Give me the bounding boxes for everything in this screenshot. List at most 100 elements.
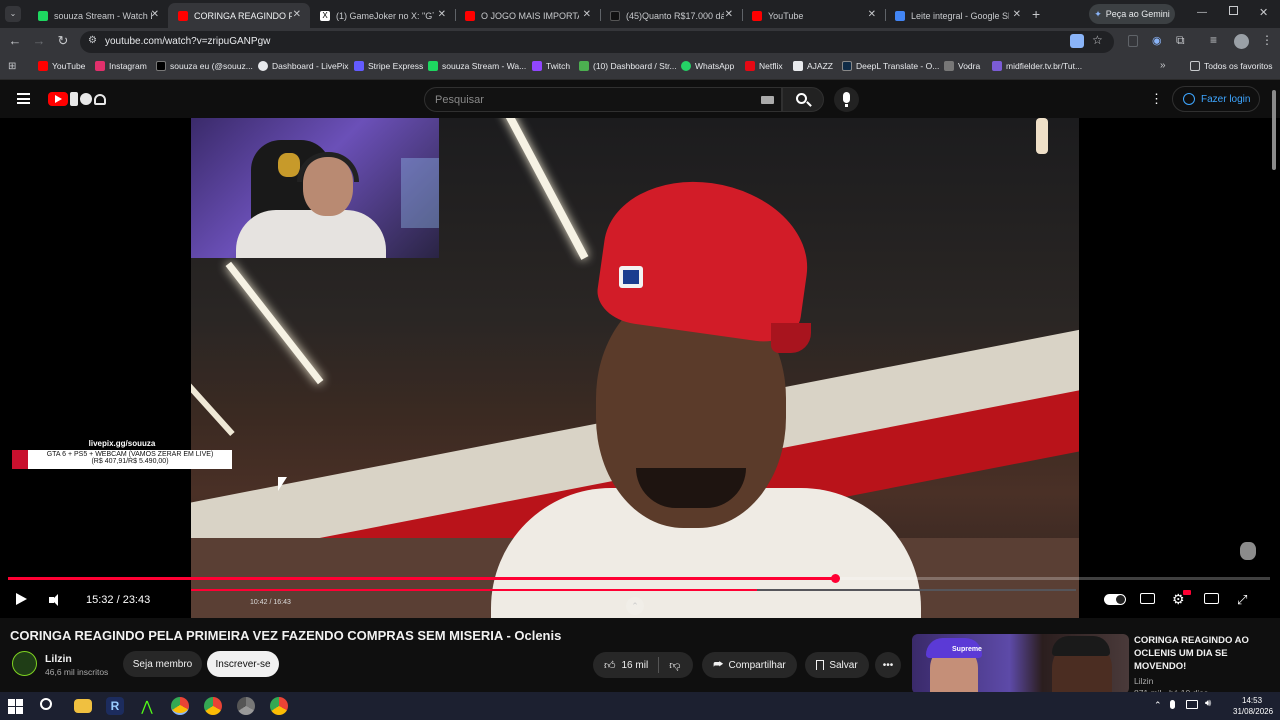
- bookmark-whatsapp[interactable]: WhatsApp: [681, 61, 734, 71]
- site-info-icon[interactable]: ⚙: [88, 35, 97, 46]
- search-input[interactable]: Pesquisar: [424, 87, 782, 112]
- microphone-tray-icon[interactable]: [1170, 700, 1175, 709]
- back-button[interactable]: ←: [6, 33, 24, 48]
- bookmark-instagram[interactable]: Instagram: [95, 61, 147, 71]
- media-icon[interactable]: ◉: [1152, 34, 1162, 47]
- media-controls-icon[interactable]: ≡: [1210, 33, 1217, 47]
- bookmark-ajazz[interactable]: AJAZZ: [793, 61, 833, 71]
- tab-souuza-stream[interactable]: souuza Stream - Watch Live ✕: [28, 3, 168, 28]
- bookmark-deepl[interactable]: DeepL Translate - O...: [842, 61, 939, 71]
- bookmark-souuza-x[interactable]: souuza eu (@souuz...: [156, 61, 253, 71]
- close-icon[interactable]: ✕: [868, 9, 876, 20]
- bookmark-netflix[interactable]: Netflix: [745, 61, 783, 71]
- restore-button[interactable]: [1229, 6, 1238, 15]
- tab-google-shopping[interactable]: Leite integral - Google Shopping ✕: [885, 3, 1030, 28]
- close-icon[interactable]: ✕: [1013, 9, 1021, 20]
- close-icon[interactable]: ✕: [293, 9, 301, 20]
- rockstar-launcher-icon[interactable]: R: [106, 697, 124, 715]
- expand-chevron-icon[interactable]: ⌃: [626, 597, 644, 615]
- like-thumb-icon[interactable]: 👍︎: [604, 659, 616, 672]
- bookmark-youtube[interactable]: YouTube: [38, 61, 85, 71]
- fullscreen-icon[interactable]: ⤢: [1237, 592, 1247, 608]
- address-bar[interactable]: ⚙ youtube.com/watch?v=zripuGANPgw ☆: [80, 31, 1114, 53]
- bookmark-stripe[interactable]: Stripe Express: [354, 61, 423, 71]
- recommended-title[interactable]: CORINGA REAGINDO AO OCLENIS UM DIA SE MO…: [1134, 634, 1254, 673]
- keyboard-icon[interactable]: [761, 96, 774, 104]
- video-player[interactable]: livepix.gg/souuza GTA 6 + PS5 + WEBCAM (…: [0, 118, 1280, 618]
- more-actions-button[interactable]: •••: [875, 652, 901, 678]
- minimize-button[interactable]: —: [1197, 7, 1207, 18]
- start-windows-icon[interactable]: [8, 699, 23, 714]
- volume-icon[interactable]: [49, 594, 62, 606]
- autoplay-toggle[interactable]: [1104, 594, 1126, 605]
- more-bookmarks-icon[interactable]: »: [1160, 60, 1166, 71]
- close-window-button[interactable]: ✕: [1259, 6, 1268, 19]
- menu-hamburger-icon[interactable]: [17, 93, 30, 104]
- all-bookmarks-folder[interactable]: Todos os favoritos: [1190, 61, 1273, 71]
- translate-icon[interactable]: [1070, 34, 1084, 48]
- close-icon[interactable]: ✕: [151, 9, 159, 20]
- apps-grid-icon[interactable]: ⊞: [8, 61, 16, 72]
- dashboard-icon: [579, 61, 589, 71]
- bookmark-twitch[interactable]: Twitch: [532, 61, 570, 71]
- chrome-menu-icon[interactable]: ⋮: [1261, 33, 1273, 47]
- miniplayer-icon[interactable]: [1204, 593, 1219, 604]
- tab-gamejoker-x[interactable]: X (1) GameJoker no X: "GTA 6" ✕: [310, 3, 455, 28]
- forward-button[interactable]: →: [30, 33, 48, 48]
- streamer-body: [236, 210, 386, 258]
- tab-search-icon[interactable]: ⌄: [5, 6, 21, 22]
- close-icon[interactable]: ✕: [725, 9, 733, 20]
- bookmark-midfielder[interactable]: midfielder.tv.br/Tut...: [992, 61, 1082, 71]
- chrome-other-icon[interactable]: [270, 697, 288, 715]
- page-scrollbar-thumb[interactable]: [1272, 90, 1276, 170]
- bookmark-dashboard-str[interactable]: (10) Dashboard / Str...: [579, 61, 677, 71]
- close-icon[interactable]: ✕: [583, 9, 591, 20]
- tab-tiktok[interactable]: (45)Quanto R$17.000 dá no ✕: [600, 3, 742, 28]
- network-tray-icon[interactable]: [1186, 700, 1198, 709]
- subscribe-button[interactable]: Inscrever-se: [207, 651, 279, 677]
- tray-chevron-icon[interactable]: ⌃: [1154, 700, 1162, 711]
- recommended-thumbnail[interactable]: Supreme: [912, 634, 1129, 694]
- progress-bar[interactable]: [8, 574, 1270, 583]
- tab-youtube[interactable]: YouTube ✕: [742, 3, 885, 28]
- new-tab-button[interactable]: +: [1032, 6, 1040, 22]
- like-count[interactable]: 16 mil: [622, 660, 649, 671]
- subtitles-icon[interactable]: [1140, 593, 1155, 604]
- voice-search-button[interactable]: [834, 87, 859, 112]
- close-icon[interactable]: ✕: [438, 9, 446, 20]
- dislike-thumb-icon[interactable]: 👎︎: [669, 659, 680, 672]
- extensions-puzzle-icon[interactable]: ⧉: [1176, 33, 1185, 48]
- bookmark-livepix[interactable]: Dashboard - LivePix: [258, 61, 349, 71]
- recommended-channel[interactable]: Lilzin: [1134, 676, 1153, 686]
- channel-name[interactable]: Lilzin: [45, 653, 72, 665]
- bookmark-vodra[interactable]: Vodra: [944, 61, 980, 71]
- extension-icon[interactable]: [1128, 35, 1138, 47]
- bookmark-star-icon[interactable]: ☆: [1092, 33, 1103, 47]
- clock-time[interactable]: 14:53: [1242, 696, 1262, 705]
- taskbar-search-icon[interactable]: [40, 698, 52, 710]
- clock-date[interactable]: 31/08/2026: [1233, 707, 1273, 716]
- green-app-icon[interactable]: ⋀: [138, 697, 156, 715]
- search-button[interactable]: [782, 87, 824, 112]
- tab-jogo-importante[interactable]: O JOGO MAIS IMPORTANTE ✕: [455, 3, 600, 28]
- reload-button[interactable]: ↻: [54, 33, 72, 49]
- sign-in-button[interactable]: Fazer login: [1172, 86, 1260, 112]
- channel-avatar[interactable]: [12, 651, 37, 676]
- more-options-icon[interactable]: ⋮: [1150, 91, 1163, 107]
- bookmark-souuza-stream[interactable]: souuza Stream - Wa...: [428, 61, 526, 71]
- chrome-icon[interactable]: [171, 697, 189, 715]
- doodle-logo: [70, 92, 106, 106]
- file-explorer-icon[interactable]: [74, 699, 92, 713]
- play-button[interactable]: [16, 593, 27, 605]
- profile-avatar[interactable]: [1234, 34, 1249, 49]
- tab-coringa-video[interactable]: CORINGA REAGINDO PELA PRIMEIRA ✕: [168, 3, 310, 28]
- gemini-button[interactable]: ✦ Peça ao Gemini: [1089, 4, 1175, 24]
- progress-scrubber[interactable]: [830, 574, 840, 583]
- chrome-canary-icon[interactable]: [237, 697, 255, 715]
- youtube-logo[interactable]: [48, 92, 68, 106]
- join-button[interactable]: Seja membro: [123, 651, 202, 677]
- share-button[interactable]: ⮫ Compartilhar: [702, 652, 797, 678]
- chrome-profile-icon[interactable]: [204, 697, 222, 715]
- save-button[interactable]: Salvar: [805, 652, 869, 678]
- volume-tray-icon[interactable]: 🔊︎: [1205, 698, 1211, 709]
